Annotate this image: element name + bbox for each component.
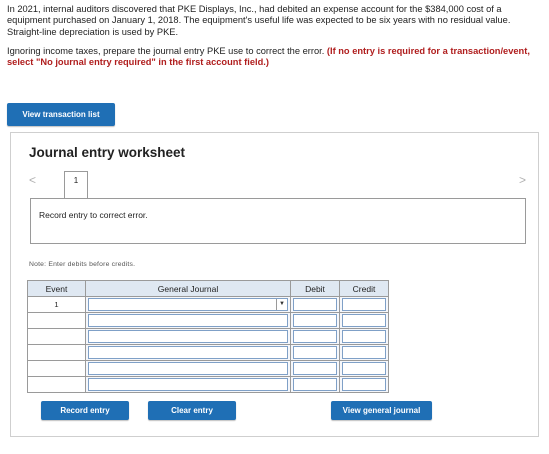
credit-input[interactable] xyxy=(339,376,389,393)
account-select[interactable] xyxy=(85,376,291,393)
view-transaction-list-button[interactable]: View transaction list xyxy=(7,103,115,126)
header-credit: Credit xyxy=(339,280,389,297)
journal-table: Event General Journal Debit Credit 1 ▼ xyxy=(27,280,389,393)
worksheet-title: Journal entry worksheet xyxy=(29,145,186,160)
header-debit: Debit xyxy=(290,280,340,297)
credit-input[interactable] xyxy=(339,328,389,345)
header-event: Event xyxy=(27,280,86,297)
header-general-journal: General Journal xyxy=(85,280,291,297)
event-cell xyxy=(27,376,86,393)
account-select[interactable] xyxy=(85,328,291,345)
record-entry-button[interactable]: Record entry xyxy=(41,401,129,420)
debit-input[interactable] xyxy=(290,328,340,345)
instruction-text: Record entry to correct error. xyxy=(39,210,148,220)
table-row xyxy=(27,328,389,345)
account-select[interactable] xyxy=(85,312,291,329)
account-select[interactable] xyxy=(85,360,291,377)
caret-down-icon[interactable]: ▼ xyxy=(276,299,287,310)
debit-input[interactable] xyxy=(290,360,340,377)
chevron-right-icon[interactable]: > xyxy=(519,173,526,187)
credit-input[interactable] xyxy=(339,312,389,329)
debit-input[interactable] xyxy=(290,344,340,361)
event-cell xyxy=(27,328,86,345)
credit-input[interactable] xyxy=(339,344,389,361)
table-row xyxy=(27,312,389,329)
view-general-journal-button[interactable]: View general journal xyxy=(331,401,432,420)
event-cell: 1 xyxy=(27,296,86,313)
journal-entry-worksheet: Journal entry worksheet < 1 > Record ent… xyxy=(10,132,539,437)
debit-input[interactable] xyxy=(290,376,340,393)
credit-input[interactable] xyxy=(339,360,389,377)
event-cell xyxy=(27,344,86,361)
clear-entry-button[interactable]: Clear entry xyxy=(148,401,236,420)
table-row: 1 ▼ xyxy=(27,296,389,313)
debit-input[interactable] xyxy=(290,296,340,313)
account-select[interactable]: ▼ xyxy=(85,296,291,313)
event-cell xyxy=(27,312,86,329)
debit-input[interactable] xyxy=(290,312,340,329)
note-text: Note: Enter debits before credits. xyxy=(29,261,136,268)
problem-statement: In 2021, internal auditors discovered th… xyxy=(7,4,545,68)
table-row xyxy=(27,360,389,377)
chevron-left-icon[interactable]: < xyxy=(29,173,36,187)
instruction-box: Record entry to correct error. xyxy=(30,198,526,244)
table-row xyxy=(27,344,389,361)
worksheet-tab-1[interactable]: 1 xyxy=(64,171,88,200)
problem-instruction: Ignoring income taxes, prepare the journ… xyxy=(7,45,327,56)
problem-paragraph-2: Ignoring income taxes, prepare the journ… xyxy=(7,46,545,69)
problem-paragraph-1: In 2021, internal auditors discovered th… xyxy=(7,4,511,37)
event-cell xyxy=(27,360,86,377)
account-select[interactable] xyxy=(85,344,291,361)
credit-input[interactable] xyxy=(339,296,389,313)
table-row xyxy=(27,376,389,393)
